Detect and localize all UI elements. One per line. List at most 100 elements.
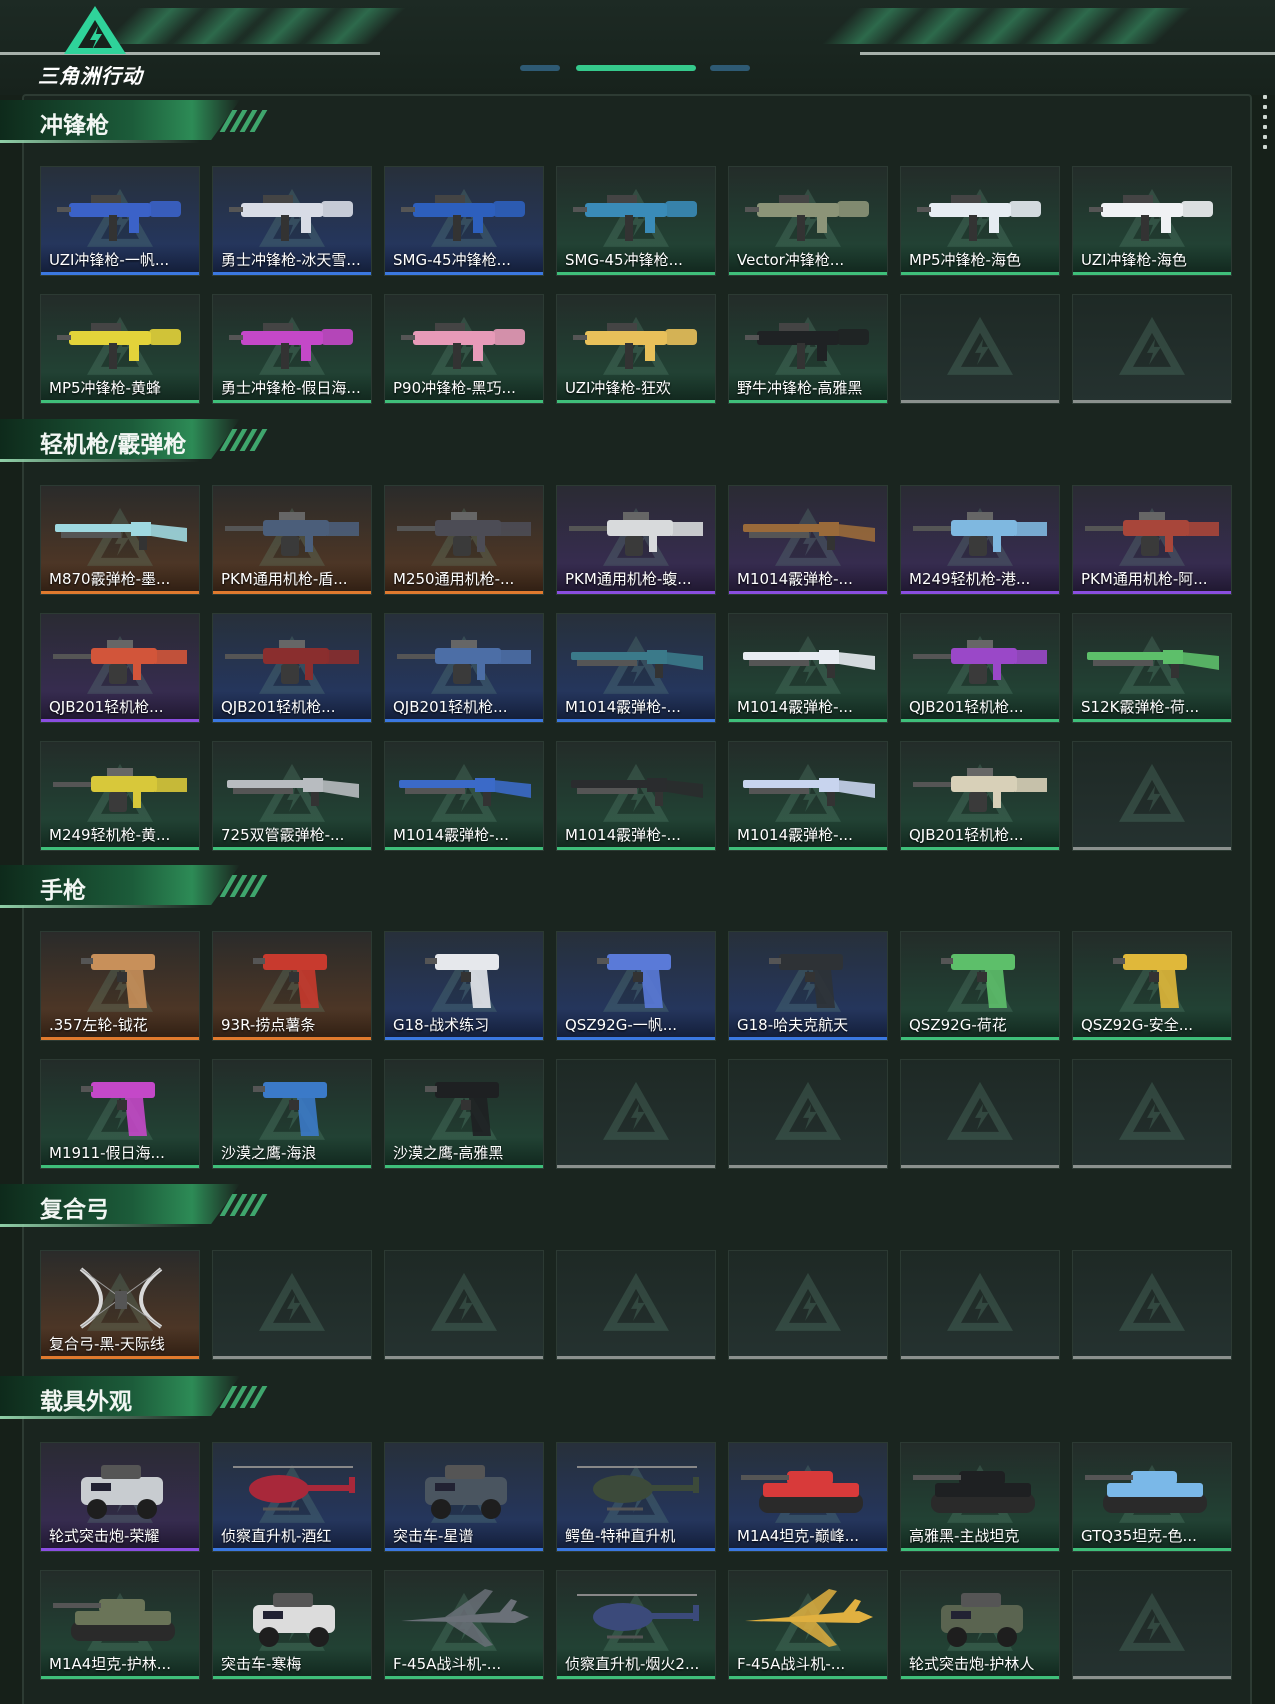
- empty-slot: [212, 1250, 372, 1360]
- skin-card-label: 侦察直升机-酒红: [213, 1520, 371, 1548]
- skin-card[interactable]: 轮式突击炮-护林人: [900, 1570, 1060, 1680]
- skin-card[interactable]: M1014霰弹枪-...: [728, 613, 888, 723]
- skin-card[interactable]: QSZ92G-一帆...: [556, 931, 716, 1041]
- skin-card[interactable]: M250通用机枪-...: [384, 485, 544, 595]
- rarity-edge: [557, 272, 715, 275]
- skin-card[interactable]: MP5冲锋枪-海色: [900, 166, 1060, 276]
- skin-card[interactable]: M1014霰弹枪-...: [728, 485, 888, 595]
- skin-card[interactable]: G18-哈夫克航天: [728, 931, 888, 1041]
- skin-card-label: 93R-捞点薯条: [213, 1009, 371, 1037]
- skin-card[interactable]: GTQ35坦克-色...: [1072, 1442, 1232, 1552]
- skin-card[interactable]: PKM通用机枪-阿...: [1072, 485, 1232, 595]
- skin-card[interactable]: QJB201轻机枪...: [900, 613, 1060, 723]
- skin-card[interactable]: P90冲锋枪-黑巧...: [384, 294, 544, 404]
- skin-card[interactable]: 突击车-星谱: [384, 1442, 544, 1552]
- skin-card[interactable]: M249轻机枪-港...: [900, 485, 1060, 595]
- skin-card-label: M249轻机枪-港...: [901, 563, 1059, 591]
- skin-card[interactable]: M1014霰弹枪-...: [728, 741, 888, 851]
- logo-text: 三角洲行动: [38, 64, 143, 88]
- section-title: 复合弓: [40, 1197, 109, 1223]
- skin-card[interactable]: G18-战术练习: [384, 931, 544, 1041]
- skin-card[interactable]: 高雅黑-主战坦克: [900, 1442, 1060, 1552]
- skin-card-label: PKM通用机枪-阿...: [1073, 563, 1231, 591]
- skin-card[interactable]: M870霰弹枪-墨...: [40, 485, 200, 595]
- skin-card[interactable]: QJB201轻机枪...: [212, 613, 372, 723]
- skin-card-label: 沙漠之鹰-海浪: [213, 1137, 371, 1165]
- skin-card[interactable]: 野牛冲锋枪-高雅黑: [728, 294, 888, 404]
- rarity-edge: [213, 1676, 371, 1679]
- skin-card-label: F-45A战斗机-...: [729, 1648, 887, 1676]
- skin-card[interactable]: QJB201轻机枪...: [900, 741, 1060, 851]
- skin-card[interactable]: PKM通用机枪-盾...: [212, 485, 372, 595]
- skin-card-label: M1014霰弹枪-...: [729, 563, 887, 591]
- skin-card[interactable]: M1014霰弹枪-...: [556, 741, 716, 851]
- skin-card-label: M1911-假日海...: [41, 1137, 199, 1165]
- rarity-edge: [729, 272, 887, 275]
- skin-card[interactable]: F-45A战斗机-...: [384, 1570, 544, 1680]
- skin-card[interactable]: M249轻机枪-黄...: [40, 741, 200, 851]
- skin-card[interactable]: .357左轮-钺花: [40, 931, 200, 1041]
- skin-card[interactable]: S12K霰弹枪-荷...: [1072, 613, 1232, 723]
- skin-card[interactable]: Vector冲锋枪...: [728, 166, 888, 276]
- skin-card[interactable]: 725双管霰弹枪-...: [212, 741, 372, 851]
- section-header: 复合弓: [0, 1184, 280, 1228]
- skin-card[interactable]: UZI冲锋枪-狂欢: [556, 294, 716, 404]
- empty-slot: [900, 1250, 1060, 1360]
- rarity-edge: [385, 272, 543, 275]
- skin-card[interactable]: 沙漠之鹰-海浪: [212, 1059, 372, 1169]
- skin-card[interactable]: M1014霰弹枪-...: [384, 741, 544, 851]
- skin-card[interactable]: 轮式突击炮-荣耀: [40, 1442, 200, 1552]
- skin-card[interactable]: F-45A战斗机-...: [728, 1570, 888, 1680]
- skin-card[interactable]: PKM通用机枪-蝮...: [556, 485, 716, 595]
- skin-card-label: G18-战术练习: [385, 1009, 543, 1037]
- skin-card[interactable]: 沙漠之鹰-高雅黑: [384, 1059, 544, 1169]
- skin-card[interactable]: SMG-45冲锋枪...: [556, 166, 716, 276]
- skin-card[interactable]: QSZ92G-安全...: [1072, 931, 1232, 1041]
- skin-card[interactable]: 复合弓-黑-天际线: [40, 1250, 200, 1360]
- header-stripes-left: [102, 8, 440, 44]
- skin-card[interactable]: UZI冲锋枪-一帆...: [40, 166, 200, 276]
- skin-card[interactable]: QSZ92G-荷花: [900, 931, 1060, 1041]
- header-bar: 三角洲行动: [0, 0, 1275, 95]
- rarity-edge: [901, 1165, 1059, 1168]
- section-header: 载具外观: [0, 1376, 280, 1420]
- skin-card[interactable]: 93R-捞点薯条: [212, 931, 372, 1041]
- skin-card-label: 复合弓-黑-天际线: [41, 1328, 199, 1356]
- skin-card[interactable]: QJB201轻机枪...: [384, 613, 544, 723]
- skin-card[interactable]: 鳄鱼-特种直升机: [556, 1442, 716, 1552]
- empty-slot: [1072, 741, 1232, 851]
- rarity-edge: [557, 719, 715, 722]
- skin-card[interactable]: M1911-假日海...: [40, 1059, 200, 1169]
- skin-card-label: S12K霰弹枪-荷...: [1073, 691, 1231, 719]
- skin-card[interactable]: SMG-45冲锋枪...: [384, 166, 544, 276]
- rarity-edge: [41, 719, 199, 722]
- skin-card[interactable]: M1A4坦克-护林...: [40, 1570, 200, 1680]
- skin-card[interactable]: M1014霰弹枪-...: [556, 613, 716, 723]
- scroll-dots[interactable]: [1263, 95, 1267, 155]
- skin-card[interactable]: 勇士冲锋枪-冰天雪...: [212, 166, 372, 276]
- rarity-edge: [557, 1165, 715, 1168]
- rarity-edge: [41, 1356, 199, 1359]
- skin-card[interactable]: UZI冲锋枪-海色: [1072, 166, 1232, 276]
- skin-card-label: M249轻机枪-黄...: [41, 819, 199, 847]
- skin-card-label: M1014霰弹枪-...: [729, 691, 887, 719]
- rarity-edge: [385, 1165, 543, 1168]
- skin-card[interactable]: MP5冲锋枪-黄蜂: [40, 294, 200, 404]
- skin-card-label: M1014霰弹枪-...: [557, 819, 715, 847]
- rarity-edge: [1073, 719, 1231, 722]
- skin-card[interactable]: M1A4坦克-巅峰...: [728, 1442, 888, 1552]
- skin-card[interactable]: QJB201轻机枪...: [40, 613, 200, 723]
- skin-card-label: 725双管霰弹枪-...: [213, 819, 371, 847]
- skin-card[interactable]: 侦察直升机-酒红: [212, 1442, 372, 1552]
- skin-card-label: 野牛冲锋枪-高雅黑: [729, 372, 887, 400]
- rarity-edge: [213, 847, 371, 850]
- rarity-edge: [557, 1676, 715, 1679]
- skin-card[interactable]: 侦察直升机-烟火2...: [556, 1570, 716, 1680]
- rarity-edge: [729, 1037, 887, 1040]
- skin-card-label: P90冲锋枪-黑巧...: [385, 372, 543, 400]
- skin-card[interactable]: 突击车-寒梅: [212, 1570, 372, 1680]
- skin-card-label: SMG-45冲锋枪...: [557, 244, 715, 272]
- rarity-edge: [729, 591, 887, 594]
- header-line-right: [860, 52, 1275, 55]
- skin-card[interactable]: 勇士冲锋枪-假日海...: [212, 294, 372, 404]
